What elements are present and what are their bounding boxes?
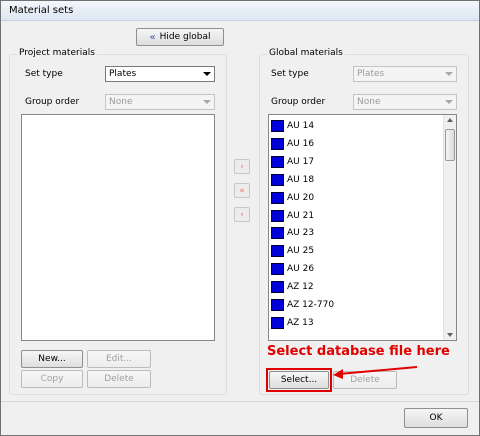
global-materials-label: Global materials <box>267 48 345 58</box>
annotation-highlight-box <box>266 368 332 392</box>
edit-label: Edit... <box>105 354 132 364</box>
annotation-arrow-icon <box>333 366 418 379</box>
color-swatch-icon <box>271 281 284 294</box>
copy-all-right-button[interactable]: » <box>234 183 250 198</box>
edit-button[interactable]: Edit... <box>87 350 151 368</box>
global-set-type-value: Plates <box>357 69 385 79</box>
hide-global-button[interactable]: « Hide global <box>136 28 224 46</box>
color-swatch-icon <box>271 173 284 186</box>
chevron-down-icon <box>445 72 453 76</box>
color-swatch-icon <box>271 299 284 311</box>
list-item-label: AU 14 <box>287 121 315 131</box>
list-item[interactable]: AU 20 <box>271 191 314 205</box>
arrow-left-icon: ‹ <box>240 209 244 220</box>
title-bar: Material sets <box>1 1 479 21</box>
color-swatch-icon <box>271 263 284 276</box>
color-swatch-icon <box>271 209 284 222</box>
double-chevron-left-icon: « <box>149 31 156 43</box>
list-item[interactable]: AU 14 <box>271 119 314 133</box>
scroll-up-icon[interactable] <box>447 118 453 122</box>
chevron-down-icon <box>203 100 211 104</box>
global-group-order-select[interactable]: None <box>353 94 457 110</box>
list-item-label: AU 21 <box>287 210 315 221</box>
annotation-text: Select database file here <box>267 344 450 359</box>
new-label: New... <box>38 354 66 364</box>
project-group-order-value: None <box>109 97 133 107</box>
footer-divider <box>1 401 479 402</box>
new-button[interactable]: New... <box>21 350 83 368</box>
ok-label: OK <box>429 413 443 423</box>
list-item[interactable]: AU 25 <box>271 244 314 258</box>
project-delete-button[interactable]: Delete <box>87 370 151 388</box>
color-swatch-icon <box>271 227 284 240</box>
global-set-type-label: Set type <box>271 69 309 79</box>
list-item-label: AU 23 <box>287 228 315 239</box>
project-set-type-value: Plates <box>109 69 137 79</box>
scroll-thumb[interactable] <box>445 129 455 161</box>
copy-right-button[interactable]: › <box>234 159 250 174</box>
color-swatch-icon <box>271 191 284 204</box>
global-group-order-value: None <box>357 97 381 107</box>
list-item[interactable]: AU 17 <box>271 155 314 169</box>
window-title: Material sets <box>9 5 74 16</box>
color-swatch-icon <box>271 120 284 132</box>
project-materials-label: Project materials <box>17 48 97 58</box>
list-item[interactable]: AU 18 <box>271 173 314 187</box>
list-item-label: AU 16 <box>287 138 315 149</box>
list-item-label: AU 18 <box>287 174 315 185</box>
hide-global-label: Hide global <box>159 32 211 42</box>
list-item[interactable]: AZ 12 <box>271 280 314 294</box>
list-item-label: AZ 12 <box>287 282 314 293</box>
color-swatch-icon <box>271 245 284 258</box>
list-item-label: AZ 13 <box>287 317 314 328</box>
list-item[interactable]: AU 21 <box>271 209 314 223</box>
list-item-label: AU 26 <box>287 264 315 275</box>
list-item-label: AU 20 <box>287 192 315 203</box>
global-list-scrollbar[interactable] <box>443 115 456 340</box>
chevron-down-icon <box>203 72 211 76</box>
list-item[interactable]: AZ 13 <box>271 316 314 330</box>
list-item-label: AU 25 <box>287 246 315 257</box>
project-delete-label: Delete <box>104 374 134 384</box>
color-swatch-icon <box>271 316 284 329</box>
scroll-down-icon[interactable] <box>447 333 453 337</box>
copy-label: Copy <box>40 374 64 384</box>
color-swatch-icon <box>271 137 284 150</box>
list-item[interactable]: AU 23 <box>271 226 314 240</box>
material-sets-dialog: Material sets « Hide global Project mate… <box>0 0 480 436</box>
global-set-type-select[interactable]: Plates <box>353 66 457 82</box>
global-group-order-label: Group order <box>271 97 326 107</box>
chevron-down-icon <box>445 100 453 104</box>
global-materials-list[interactable]: AU 14 AU 16 AU 17 AU 18 AU 20 AU 21 AU 23 AU 25… <box>268 114 457 341</box>
list-item-label: AZ 12-770 <box>287 300 335 310</box>
project-group-order-label: Group order <box>25 97 80 107</box>
list-item[interactable]: AU 26 <box>271 262 314 276</box>
list-item[interactable]: AZ 12-770 <box>271 298 334 312</box>
double-arrow-right-icon: » <box>239 185 245 196</box>
ok-button[interactable]: OK <box>404 408 468 428</box>
color-swatch-icon <box>271 155 284 168</box>
copy-left-button[interactable]: ‹ <box>234 207 250 222</box>
project-set-type-select[interactable]: Plates <box>105 66 215 82</box>
arrow-right-icon: › <box>240 161 244 172</box>
project-materials-list[interactable] <box>21 114 215 341</box>
project-group-order-select[interactable]: None <box>105 94 215 110</box>
list-item-label: AU 17 <box>287 156 315 167</box>
list-item[interactable]: AU 16 <box>271 137 314 151</box>
copy-button[interactable]: Copy <box>21 370 83 388</box>
project-set-type-label: Set type <box>25 69 63 79</box>
